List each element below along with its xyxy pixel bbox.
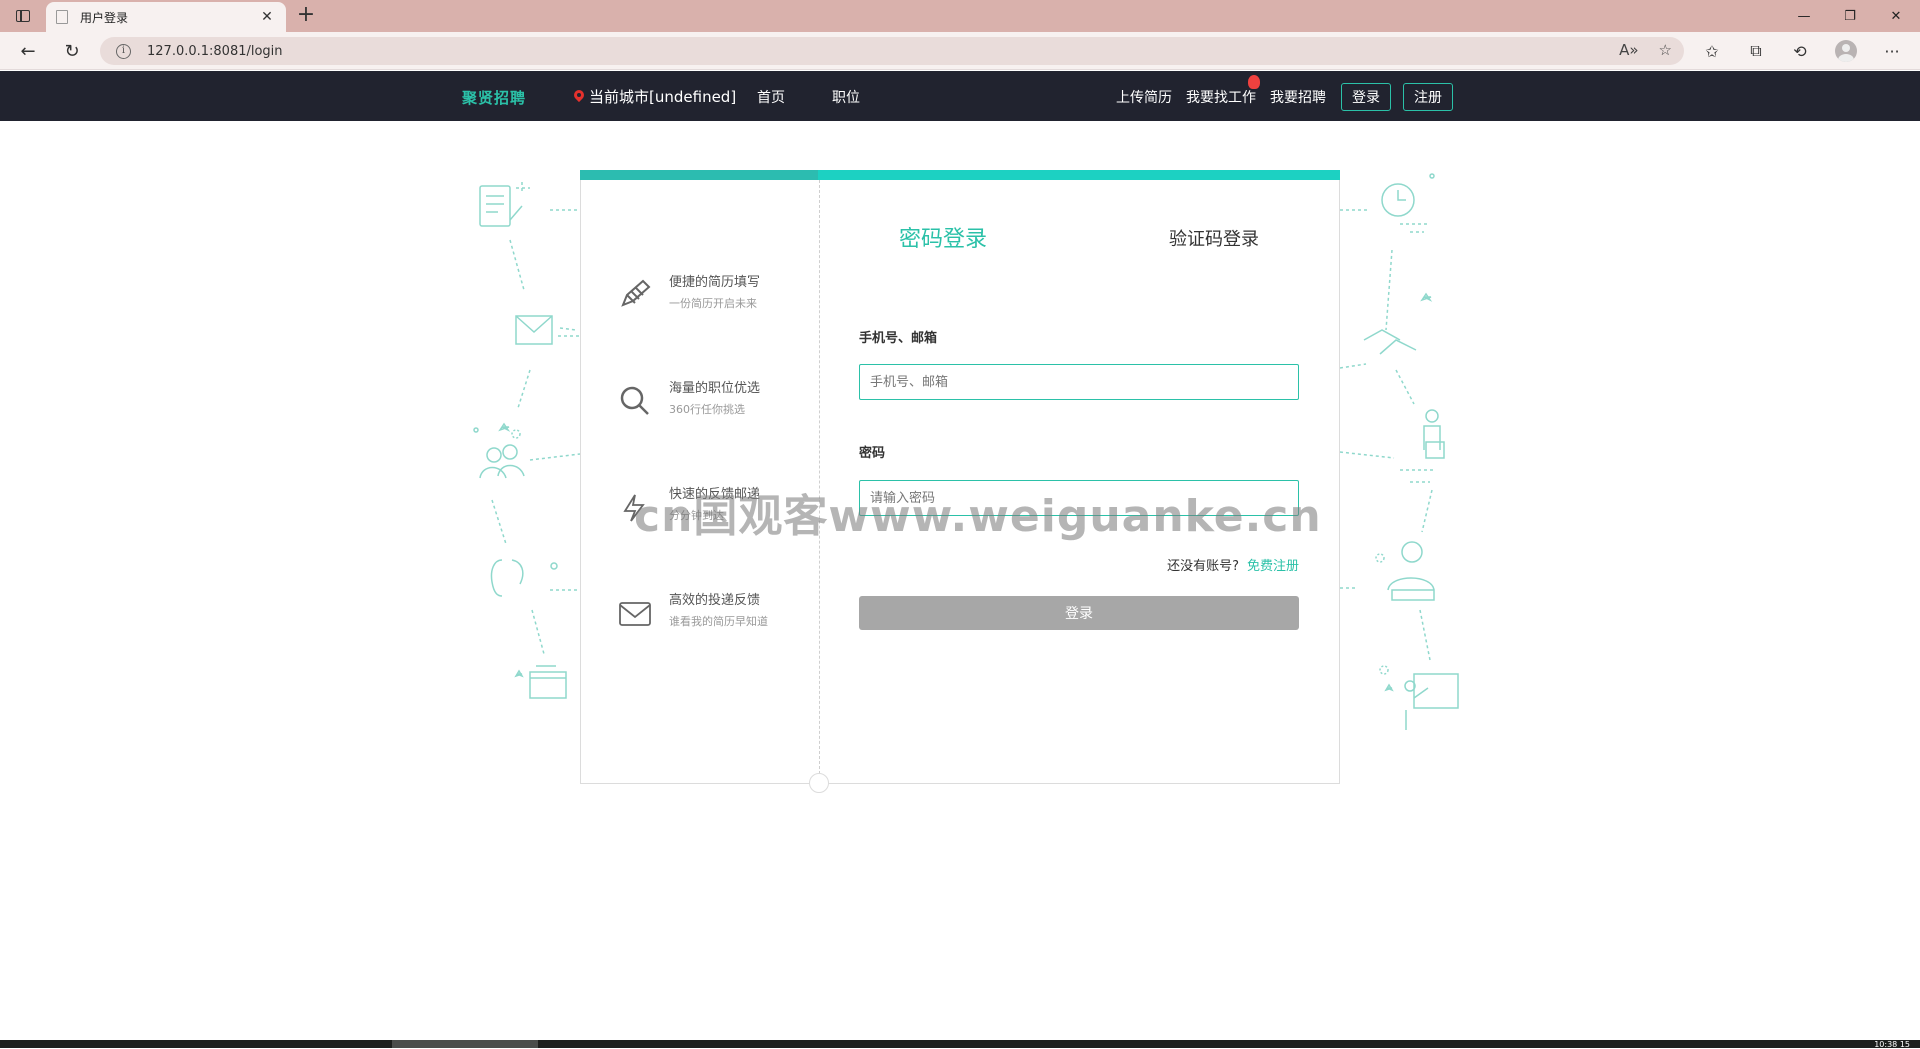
browser-tab-bar: 用户登录 ✕ + — ❐ ✕ [0, 0, 1920, 32]
login-submit-button[interactable]: 登录 [859, 596, 1299, 630]
nav-jobs[interactable]: 职位 [832, 87, 860, 107]
address-bar[interactable]: i 127.0.0.1:8081/login A» ☆ [100, 37, 1684, 65]
current-city-label: 当前城市[undefined] [589, 88, 737, 106]
restore-button[interactable]: ❐ [1828, 0, 1872, 32]
password-label: 密码 [859, 446, 886, 461]
magnifier-icon [620, 386, 649, 415]
page-icon [56, 10, 68, 24]
site-info-icon[interactable]: i [116, 43, 131, 59]
minimize-button[interactable]: — [1782, 0, 1826, 32]
header-register-button[interactable]: 注册 [1403, 83, 1453, 111]
register-prompt: 还没有账号? 免费注册 [859, 555, 1299, 574]
site-logo[interactable]: 聚贤招聘 [462, 87, 526, 108]
free-register-link[interactable]: 免费注册 [1247, 559, 1299, 574]
decor-left-column [470, 180, 590, 744]
more-menu-icon[interactable]: ··· [1880, 40, 1904, 62]
nav-home[interactable]: 首页 [757, 87, 785, 107]
mail-icon [619, 602, 651, 626]
feature-item: 海量的职位优选 360行任你挑选 [617, 377, 817, 427]
feature-item: 高效的投递反馈 谁看我的简历早知道 [617, 589, 817, 639]
tab-title: 用户登录 [80, 10, 129, 25]
history-icon[interactable]: ⟲ [1788, 40, 1812, 62]
feature-title: 便捷的简历填写 [669, 275, 761, 290]
no-account-text: 还没有账号? [1167, 559, 1239, 574]
header-login-button[interactable]: 登录 [1341, 83, 1391, 111]
pencil-icon [621, 279, 651, 307]
feature-item: 便捷的简历填写 一份简历开启未来 [617, 271, 817, 321]
reload-button[interactable]: ↻ [58, 38, 86, 64]
feature-subtitle: 一份简历开启未来 [669, 297, 757, 310]
profile-avatar[interactable] [1834, 40, 1858, 62]
read-aloud-icon[interactable]: A» [1619, 41, 1638, 59]
new-tab-button[interactable]: + [294, 4, 318, 28]
close-window-button[interactable]: ✕ [1874, 0, 1918, 32]
decor-right-column [1339, 170, 1460, 744]
card-accent-bar [580, 170, 1340, 180]
taskbar-active-app[interactable] [392, 1040, 538, 1048]
feature-subtitle: 谁看我的简历早知道 [669, 615, 768, 628]
sidebar-toggle-icon[interactable] [12, 6, 34, 26]
nav-recruit[interactable]: 我要招聘 [1270, 87, 1326, 107]
site-header: 聚贤招聘 当前城市[undefined] 首页 职位 上传简历 我要找工作 我要… [0, 71, 1920, 121]
login-card: 便捷的简历填写 一份简历开启未来 海量的职位优选 360行任你挑选 快速的反馈邮… [580, 170, 1340, 793]
browser-tab[interactable]: 用户登录 ✕ [46, 2, 286, 32]
os-taskbar: 10:38 15 [0, 1040, 1920, 1049]
nav-find-job[interactable]: 我要找工作 [1186, 87, 1256, 107]
feature-title: 高效的投递反馈 [669, 593, 761, 608]
hot-flame-icon [1248, 75, 1260, 89]
tab-close-icon[interactable]: ✕ [258, 9, 276, 25]
favorites-icon[interactable]: ✩ [1700, 40, 1724, 62]
tab-password-login[interactable]: 密码登录 [899, 221, 987, 253]
back-button[interactable]: ← [14, 38, 42, 64]
watermark: cn国观客www.weiguanke.cn [634, 491, 1322, 542]
current-city[interactable]: 当前城市[undefined] [574, 86, 736, 107]
account-label: 手机号、邮箱 [859, 331, 938, 346]
add-favorite-icon[interactable]: ☆ [1659, 41, 1672, 59]
feature-subtitle: 360行任你挑选 [669, 403, 745, 416]
divider-notch [809, 773, 829, 793]
feature-title: 海量的职位优选 [669, 381, 761, 396]
url-text[interactable]: 127.0.0.1:8081/login [147, 44, 283, 59]
location-pin-icon [574, 90, 584, 104]
nav-upload-resume[interactable]: 上传简历 [1116, 87, 1172, 107]
collections-icon[interactable]: ⧉ [1744, 40, 1768, 62]
tab-code-login[interactable]: 验证码登录 [1169, 225, 1259, 251]
account-input[interactable] [859, 364, 1299, 400]
browser-toolbar: ← ↻ i 127.0.0.1:8081/login A» ☆ ✩ ⧉ ⟲ ··… [0, 32, 1920, 70]
